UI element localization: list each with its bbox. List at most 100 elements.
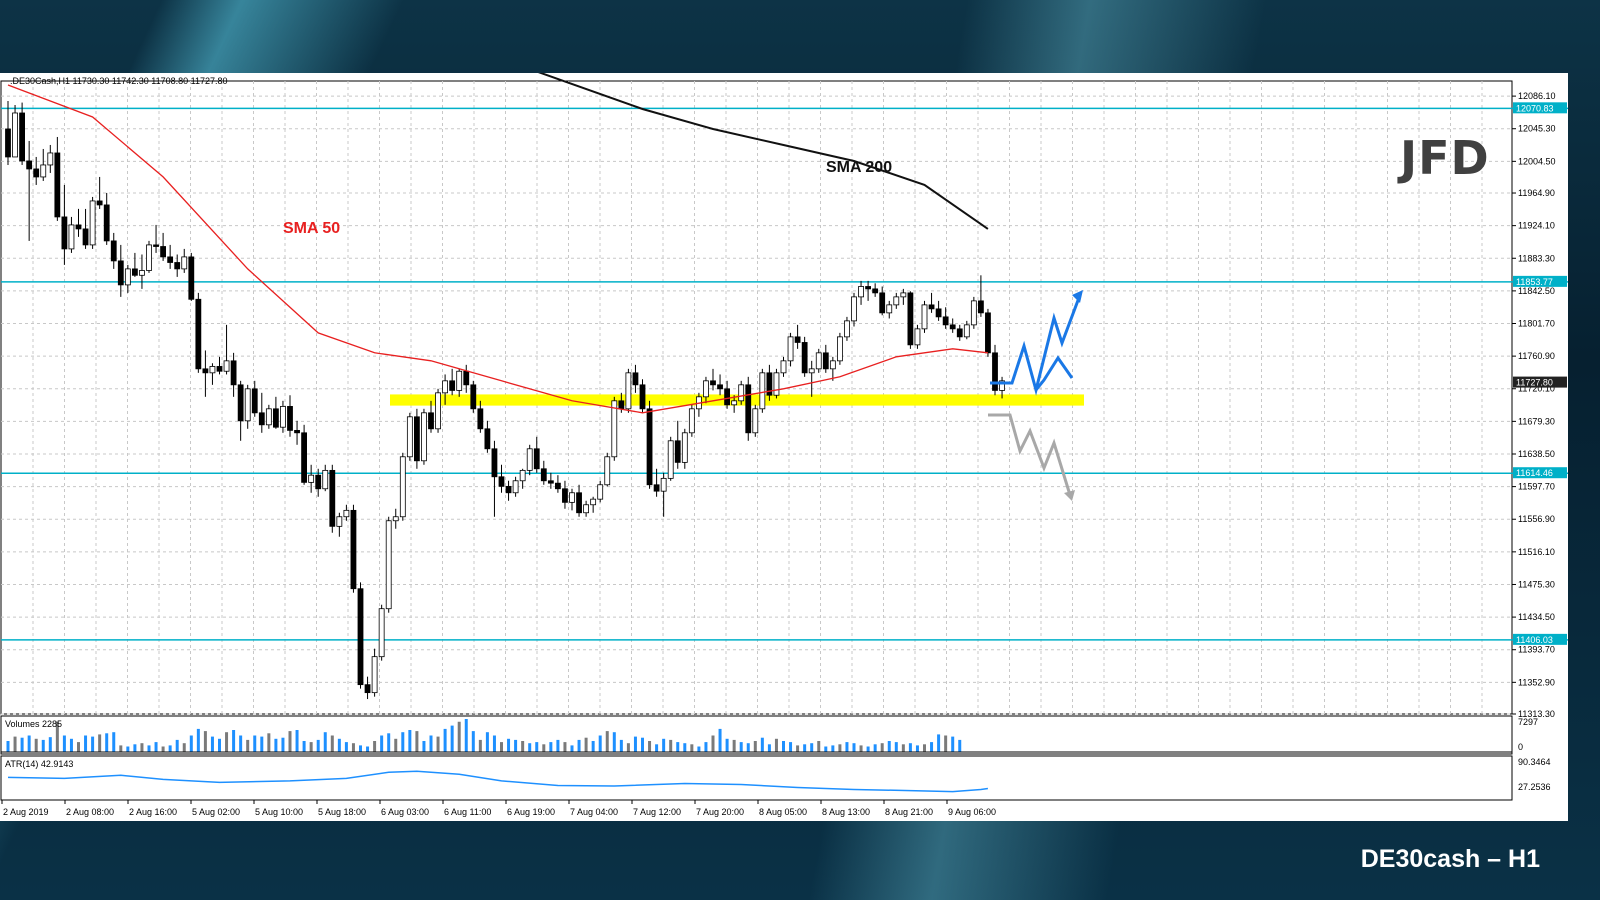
candle — [449, 368, 456, 396]
candle — [61, 184, 68, 265]
volume-tick: 0 — [1518, 742, 1523, 752]
candle — [505, 480, 512, 501]
candle — [985, 308, 991, 357]
candle — [498, 464, 505, 493]
current-price-label: 11727.80 — [1516, 378, 1553, 388]
candle — [808, 360, 815, 397]
candle — [519, 468, 526, 489]
candle — [244, 384, 251, 429]
atr-pane — [7, 770, 989, 793]
price-tick: 11352.90 — [1518, 677, 1555, 687]
jfd-logo: JFD — [1400, 131, 1490, 185]
price-tick: 11842.50 — [1518, 286, 1555, 296]
time-tick: 9 Aug 06:00 — [948, 807, 996, 817]
price-tick: 11638.50 — [1518, 449, 1555, 459]
candle — [949, 318, 956, 333]
time-tick: 8 Aug 13:00 — [822, 807, 870, 817]
candle — [237, 380, 244, 441]
candle — [371, 648, 378, 697]
atr-line — [7, 770, 989, 793]
candle — [82, 208, 89, 249]
candle — [75, 208, 82, 237]
candle — [202, 350, 209, 397]
candle — [970, 296, 977, 329]
candle — [131, 252, 138, 277]
level-label: 11614.46 — [1516, 468, 1553, 478]
chart-title: .DE30Cash,H1 11730.30 11742.30 11708.80 … — [10, 76, 228, 86]
candle — [773, 368, 780, 399]
candle — [364, 676, 371, 700]
candle — [435, 388, 441, 433]
candle — [956, 324, 963, 341]
time-tick: 6 Aug 19:00 — [507, 807, 555, 817]
candle — [385, 516, 392, 613]
candle — [674, 420, 681, 469]
time-tick: 6 Aug 11:00 — [444, 807, 491, 817]
sma200-label: SMA 200 — [826, 159, 892, 176]
price-tick: 11434.50 — [1518, 612, 1555, 622]
candle — [660, 472, 667, 517]
candle — [272, 396, 279, 429]
candle — [921, 300, 928, 333]
candle — [569, 488, 575, 511]
candle — [89, 196, 96, 249]
time-tick: 2 Aug 08:00 — [66, 807, 114, 817]
candle — [801, 336, 808, 377]
candle — [421, 408, 427, 465]
candle — [576, 484, 582, 517]
price-tick: 12086.10 — [1518, 91, 1556, 101]
candle — [562, 480, 568, 509]
price-tick: 11964.90 — [1518, 188, 1555, 198]
candle — [928, 292, 935, 313]
price-tick: 11393.70 — [1518, 645, 1555, 655]
level-label: 12070.83 — [1516, 103, 1554, 113]
candle — [117, 244, 124, 297]
candle — [583, 500, 589, 517]
candle — [294, 420, 300, 445]
candle — [124, 264, 131, 293]
candle — [590, 496, 597, 513]
candle — [308, 464, 315, 493]
candle — [153, 224, 159, 253]
level-label: 11853.77 — [1516, 277, 1553, 287]
candle — [195, 292, 202, 373]
candle — [914, 324, 921, 349]
price-tick: 11556.90 — [1518, 514, 1555, 524]
time-tick: 7 Aug 20:00 — [696, 807, 744, 817]
price-axis: 12086.10 12045.30 12004.50 11964.90 11924.10… — [1512, 91, 1567, 792]
price-tick: 11760.90 — [1518, 351, 1555, 361]
candle — [216, 356, 223, 375]
candle — [181, 248, 188, 273]
candle — [329, 464, 336, 533]
candle — [829, 356, 836, 381]
candle — [604, 452, 611, 487]
candle — [858, 280, 864, 305]
candle — [287, 395, 293, 437]
candle — [815, 348, 822, 373]
sma50-label: SMA 50 — [283, 220, 340, 237]
candle — [139, 254, 145, 289]
price-tick: 11475.30 — [1518, 579, 1555, 589]
atr-label: ATR(14) 42.9143 — [5, 759, 73, 769]
candle — [230, 352, 237, 397]
candle — [759, 368, 766, 413]
candle — [526, 444, 533, 476]
candle — [667, 436, 674, 481]
price-chart[interactable]: 12086.10 12045.30 12004.50 11964.90 11924.10… — [0, 73, 1568, 821]
price-tick: 12004.50 — [1518, 156, 1556, 166]
candle — [12, 104, 18, 158]
price-tick: 11924.10 — [1518, 221, 1555, 231]
candle — [625, 368, 632, 413]
candle — [752, 404, 759, 437]
volume-tick: 7297 — [1518, 717, 1538, 727]
candle — [491, 440, 498, 517]
time-tick: 8 Aug 05:00 — [759, 807, 807, 817]
candle — [837, 332, 843, 365]
atr-tick: 27.2536 — [1518, 782, 1551, 792]
candle — [822, 344, 829, 373]
candle — [717, 374, 723, 396]
candle — [681, 428, 688, 469]
candle — [68, 216, 75, 253]
price-tick: 11679.30 — [1518, 416, 1555, 426]
candle — [738, 380, 745, 405]
